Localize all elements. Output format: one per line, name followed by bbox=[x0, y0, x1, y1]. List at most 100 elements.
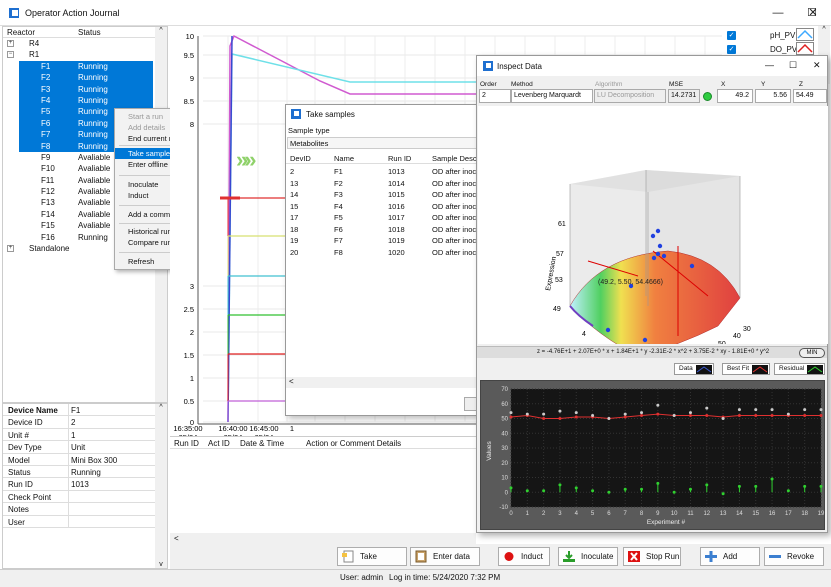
point-annotation: (49.2, 5.50, 54.4666) bbox=[598, 279, 663, 286]
y-tick-label: 10 bbox=[186, 32, 194, 41]
plot-legend-item[interactable]: Best Fit bbox=[722, 363, 771, 375]
expand-icon[interactable]: + bbox=[7, 245, 14, 253]
device-key: Check Point bbox=[8, 492, 52, 502]
data-point bbox=[655, 251, 661, 257]
residual-point bbox=[607, 490, 611, 494]
collapse-icon[interactable]: − bbox=[7, 51, 14, 59]
plot-legend-item[interactable]: Residual bbox=[774, 363, 826, 375]
tree-item-name: F1 bbox=[41, 61, 51, 71]
device-value: 1013 bbox=[71, 480, 89, 490]
legend-swatch-icon bbox=[752, 365, 769, 374]
tree-item-name: F15 bbox=[41, 221, 55, 231]
tree-item-status: Avaliable bbox=[78, 175, 111, 185]
tree-group-label: Standalone bbox=[29, 244, 70, 254]
chevron-up-icon[interactable]: ^ bbox=[155, 404, 167, 411]
device-value: Unit bbox=[71, 443, 86, 453]
order-stepper[interactable]: 2 bbox=[479, 89, 511, 103]
tree-item-status: Avaliable bbox=[78, 152, 111, 162]
data-point bbox=[558, 409, 562, 413]
induct-button[interactable]: Induct bbox=[498, 547, 550, 566]
revoke-button[interactable]: Revoke bbox=[764, 547, 824, 566]
take-row[interactable]: 14 F3 1015 OD after inoc bbox=[286, 189, 478, 200]
take-cell: 1015 bbox=[388, 190, 405, 199]
residual-point bbox=[786, 489, 790, 493]
legend-item[interactable]: ✓ pH_PV bbox=[722, 28, 818, 42]
take-row[interactable]: 17 F5 1017 OD after inoc bbox=[286, 212, 478, 223]
take-hscrollbar[interactable]: < bbox=[286, 377, 476, 388]
plot-legend-item[interactable]: Data bbox=[674, 363, 714, 375]
device-value: Running bbox=[71, 468, 101, 477]
device-key: Dev Type bbox=[8, 443, 42, 453]
tree-item-status: Running bbox=[78, 118, 108, 128]
inoculate-button[interactable]: Inoculate bbox=[558, 547, 618, 566]
device-key: User bbox=[8, 517, 25, 527]
document-icon bbox=[342, 550, 354, 563]
chevron-up-icon[interactable]: ^ bbox=[155, 27, 167, 34]
take-cell: 1016 bbox=[388, 201, 405, 211]
stop-run-button[interactable]: Stop Run bbox=[623, 547, 681, 566]
plot-y-tick: 20 bbox=[501, 461, 508, 467]
legend-item[interactable]: ✓ DO_PV bbox=[722, 42, 818, 56]
x-input[interactable]: 49.2 bbox=[717, 89, 753, 103]
sample-type-select[interactable]: Metabolites bbox=[287, 137, 477, 149]
data-point bbox=[651, 255, 657, 261]
surface-plot[interactable]: (49.2, 5.50, 54.4666)Expression615753494… bbox=[478, 106, 828, 344]
inspect-close-icon[interactable]: ✕ bbox=[813, 60, 821, 71]
chevron-down-icon[interactable]: v bbox=[155, 561, 167, 568]
take-row[interactable]: 15 F4 1016 OD after inoc bbox=[286, 201, 478, 212]
method-select[interactable]: Levenberg Marquardt bbox=[511, 89, 593, 103]
legend-swatch-icon bbox=[807, 365, 824, 374]
window-title: Operator Action Journal bbox=[25, 8, 120, 18]
tree-group-r4[interactable]: + R4 bbox=[3, 38, 167, 49]
data-point bbox=[605, 327, 611, 333]
take-row[interactable]: 13 F2 1014 OD after inoc bbox=[286, 178, 478, 189]
tree-item-f3[interactable]: F3 Running bbox=[3, 83, 167, 95]
tree-item-f2[interactable]: F2 Running bbox=[3, 72, 167, 84]
method-value: Levenberg Marquardt bbox=[514, 92, 581, 99]
tree-item-f1[interactable]: F1 Running bbox=[3, 60, 167, 73]
data-point bbox=[591, 414, 595, 418]
take-cell: 14 bbox=[290, 190, 299, 199]
plot-y-tick: 50 bbox=[501, 417, 508, 423]
take-cell: OD after inoc bbox=[432, 178, 477, 188]
take-cell: F5 bbox=[334, 213, 343, 222]
inspect-maximize-button[interactable]: ☐ bbox=[789, 60, 797, 71]
tree-item-f4[interactable]: F4 Running bbox=[3, 94, 167, 107]
expand-icon[interactable]: + bbox=[7, 40, 14, 47]
take-cell: 13 bbox=[290, 178, 299, 188]
minimize-button[interactable]: — bbox=[761, 0, 795, 26]
tree-item-name: F8 bbox=[41, 141, 51, 151]
take-row[interactable]: 19 F7 1019 OD after inoc bbox=[286, 235, 478, 246]
device-scrollbar[interactable]: ^ v bbox=[155, 404, 167, 568]
close-icon[interactable]: ✕ bbox=[796, 0, 830, 26]
data-point bbox=[688, 411, 692, 415]
checkbox[interactable]: ✓ bbox=[727, 31, 736, 40]
data-point bbox=[642, 337, 648, 343]
take-row[interactable]: 2 F1 1013 OD after inoc bbox=[286, 166, 478, 177]
status-bar: User: admin Log in time: 5/24/2020 7:32 … bbox=[0, 569, 831, 587]
checkbox[interactable]: ✓ bbox=[727, 45, 736, 54]
fit-point bbox=[640, 414, 644, 418]
data-point bbox=[525, 412, 529, 416]
take-row[interactable]: 18 F6 1018 OD after inoc bbox=[286, 224, 478, 235]
z-input[interactable]: 54.49 bbox=[793, 89, 827, 103]
add-button[interactable]: Add bbox=[700, 547, 760, 566]
x2-tick-label: 40 bbox=[733, 333, 741, 340]
min-button[interactable]: MIN bbox=[799, 348, 825, 358]
take-cell: OD after inoc bbox=[432, 201, 477, 211]
tree-item-name: F6 bbox=[41, 118, 51, 128]
data-point bbox=[754, 408, 758, 412]
chevron-left-icon[interactable]: < bbox=[289, 377, 294, 386]
algorithm-select[interactable]: LU Decomposition bbox=[594, 89, 666, 103]
inspect-minimize-button[interactable]: — bbox=[765, 60, 774, 70]
y-tick-label: 3 bbox=[190, 282, 194, 291]
tree-group-r1[interactable]: − R1 bbox=[3, 49, 167, 60]
plot-legend-label: Data bbox=[679, 365, 693, 372]
z-tick-label: 61 bbox=[558, 221, 566, 228]
enter-data-button[interactable]: Enter data bbox=[410, 547, 480, 566]
y-input[interactable]: 5.56 bbox=[755, 89, 791, 103]
chevron-left-icon[interactable]: < bbox=[174, 534, 179, 543]
take-sample-button[interactable]: Take Sample bbox=[337, 547, 407, 578]
take-row[interactable]: 20 F8 1020 OD after inoc bbox=[286, 247, 478, 258]
chevron-up-icon[interactable]: ^ bbox=[818, 26, 830, 33]
